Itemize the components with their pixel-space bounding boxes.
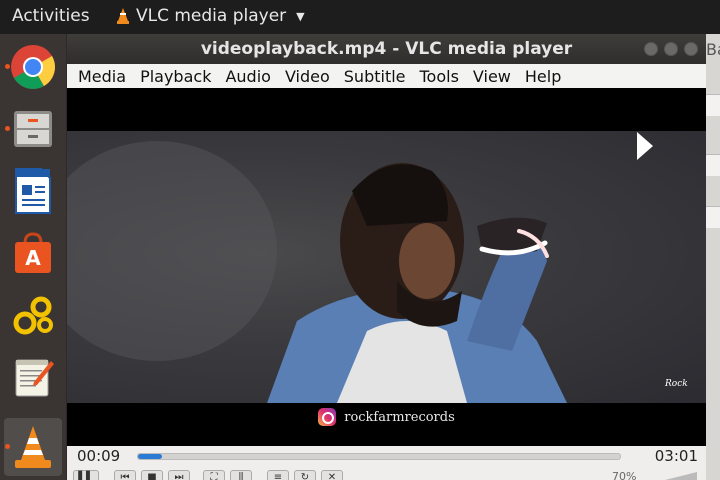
shopping-bag-icon: A	[15, 232, 51, 273]
background-window-row	[706, 94, 720, 116]
play-overlay-icon[interactable]	[637, 132, 653, 160]
vlc-window: videoplayback.mp4 - VLC media player Med…	[67, 34, 706, 480]
chrome-icon	[11, 45, 55, 89]
maximize-button[interactable]	[664, 42, 678, 56]
time-total: 03:01	[654, 447, 698, 465]
pause-button[interactable]: ▌▌	[73, 470, 99, 480]
playlist-button[interactable]: ≡	[267, 470, 289, 480]
background-window-row	[706, 206, 720, 228]
document-icon	[15, 168, 51, 214]
seek-bar[interactable]	[137, 453, 621, 460]
svg-text:A: A	[25, 246, 41, 270]
watermark-text: rockfarmrecords	[344, 409, 455, 425]
menu-bar: Media Playback Audio Video Subtitle Tool…	[67, 64, 706, 88]
vlc-cone-icon	[15, 426, 51, 468]
extended-settings-button[interactable]: ⫼	[230, 470, 252, 480]
app-menu[interactable]: VLC media player ▼	[116, 6, 305, 26]
stop-button[interactable]: ■	[141, 470, 163, 480]
background-window-text: Ba	[706, 40, 720, 59]
menu-view[interactable]: View	[466, 67, 518, 86]
video-frame: Rock	[67, 131, 706, 403]
menu-playback[interactable]: Playback	[133, 67, 218, 86]
background-window[interactable]: Ba	[706, 34, 720, 480]
vlc-cone-icon	[117, 8, 129, 24]
shuffle-button[interactable]: ✕	[321, 470, 343, 480]
notepad-icon	[15, 359, 54, 397]
dock-item-vlc[interactable]	[4, 418, 62, 476]
time-elapsed: 00:09	[77, 447, 121, 465]
menu-tools[interactable]: Tools	[413, 67, 466, 86]
dock-item-files[interactable]	[4, 100, 62, 158]
gears-icon	[13, 296, 53, 335]
close-button[interactable]	[684, 42, 698, 56]
volume-level: 70%	[612, 470, 637, 480]
file-cabinet-icon	[14, 111, 52, 147]
dock-item-settings[interactable]	[4, 286, 62, 344]
menu-media[interactable]: Media	[71, 67, 133, 86]
controls-bar: 00:09 03:01 ▌▌ ⏮ ■ ⏭ ⛶ ⫼ ≡ ↻ ✕ 70%	[67, 446, 706, 480]
dock-item-chrome[interactable]	[4, 38, 62, 96]
previous-button[interactable]: ⏮	[114, 470, 136, 480]
running-indicator	[5, 64, 10, 69]
dock: A	[0, 34, 66, 480]
dock-item-writer[interactable]	[4, 162, 62, 220]
video-area[interactable]: Rock rockfarmrecords	[67, 88, 706, 446]
watermark: rockfarmrecords	[67, 408, 706, 426]
minimize-button[interactable]	[644, 42, 658, 56]
seek-bar-fill	[138, 454, 163, 459]
top-bar: Activities VLC media player ▼	[0, 0, 720, 34]
volume-slider[interactable]	[657, 472, 697, 480]
menu-audio[interactable]: Audio	[218, 67, 277, 86]
fullscreen-button[interactable]: ⛶	[203, 470, 225, 480]
dock-item-text-editor[interactable]	[4, 348, 62, 406]
instagram-icon	[318, 408, 337, 426]
dock-item-software[interactable]: A	[4, 224, 62, 282]
next-button[interactable]: ⏭	[168, 470, 190, 480]
menu-subtitle[interactable]: Subtitle	[337, 67, 413, 86]
svg-text:Rock: Rock	[664, 379, 688, 389]
loop-button[interactable]: ↻	[294, 470, 316, 480]
video-frame-image: Rock	[67, 141, 688, 403]
activities-button[interactable]: Activities	[12, 6, 90, 26]
menu-video[interactable]: Video	[278, 67, 337, 86]
running-indicator	[5, 126, 10, 131]
background-window-row	[706, 154, 720, 176]
running-indicator	[5, 444, 10, 449]
title-bar[interactable]: videoplayback.mp4 - VLC media player	[67, 34, 706, 64]
chevron-down-icon: ▼	[296, 9, 305, 23]
window-title: videoplayback.mp4 - VLC media player	[200, 39, 573, 59]
app-name: VLC media player	[136, 6, 287, 26]
menu-help[interactable]: Help	[518, 67, 568, 86]
